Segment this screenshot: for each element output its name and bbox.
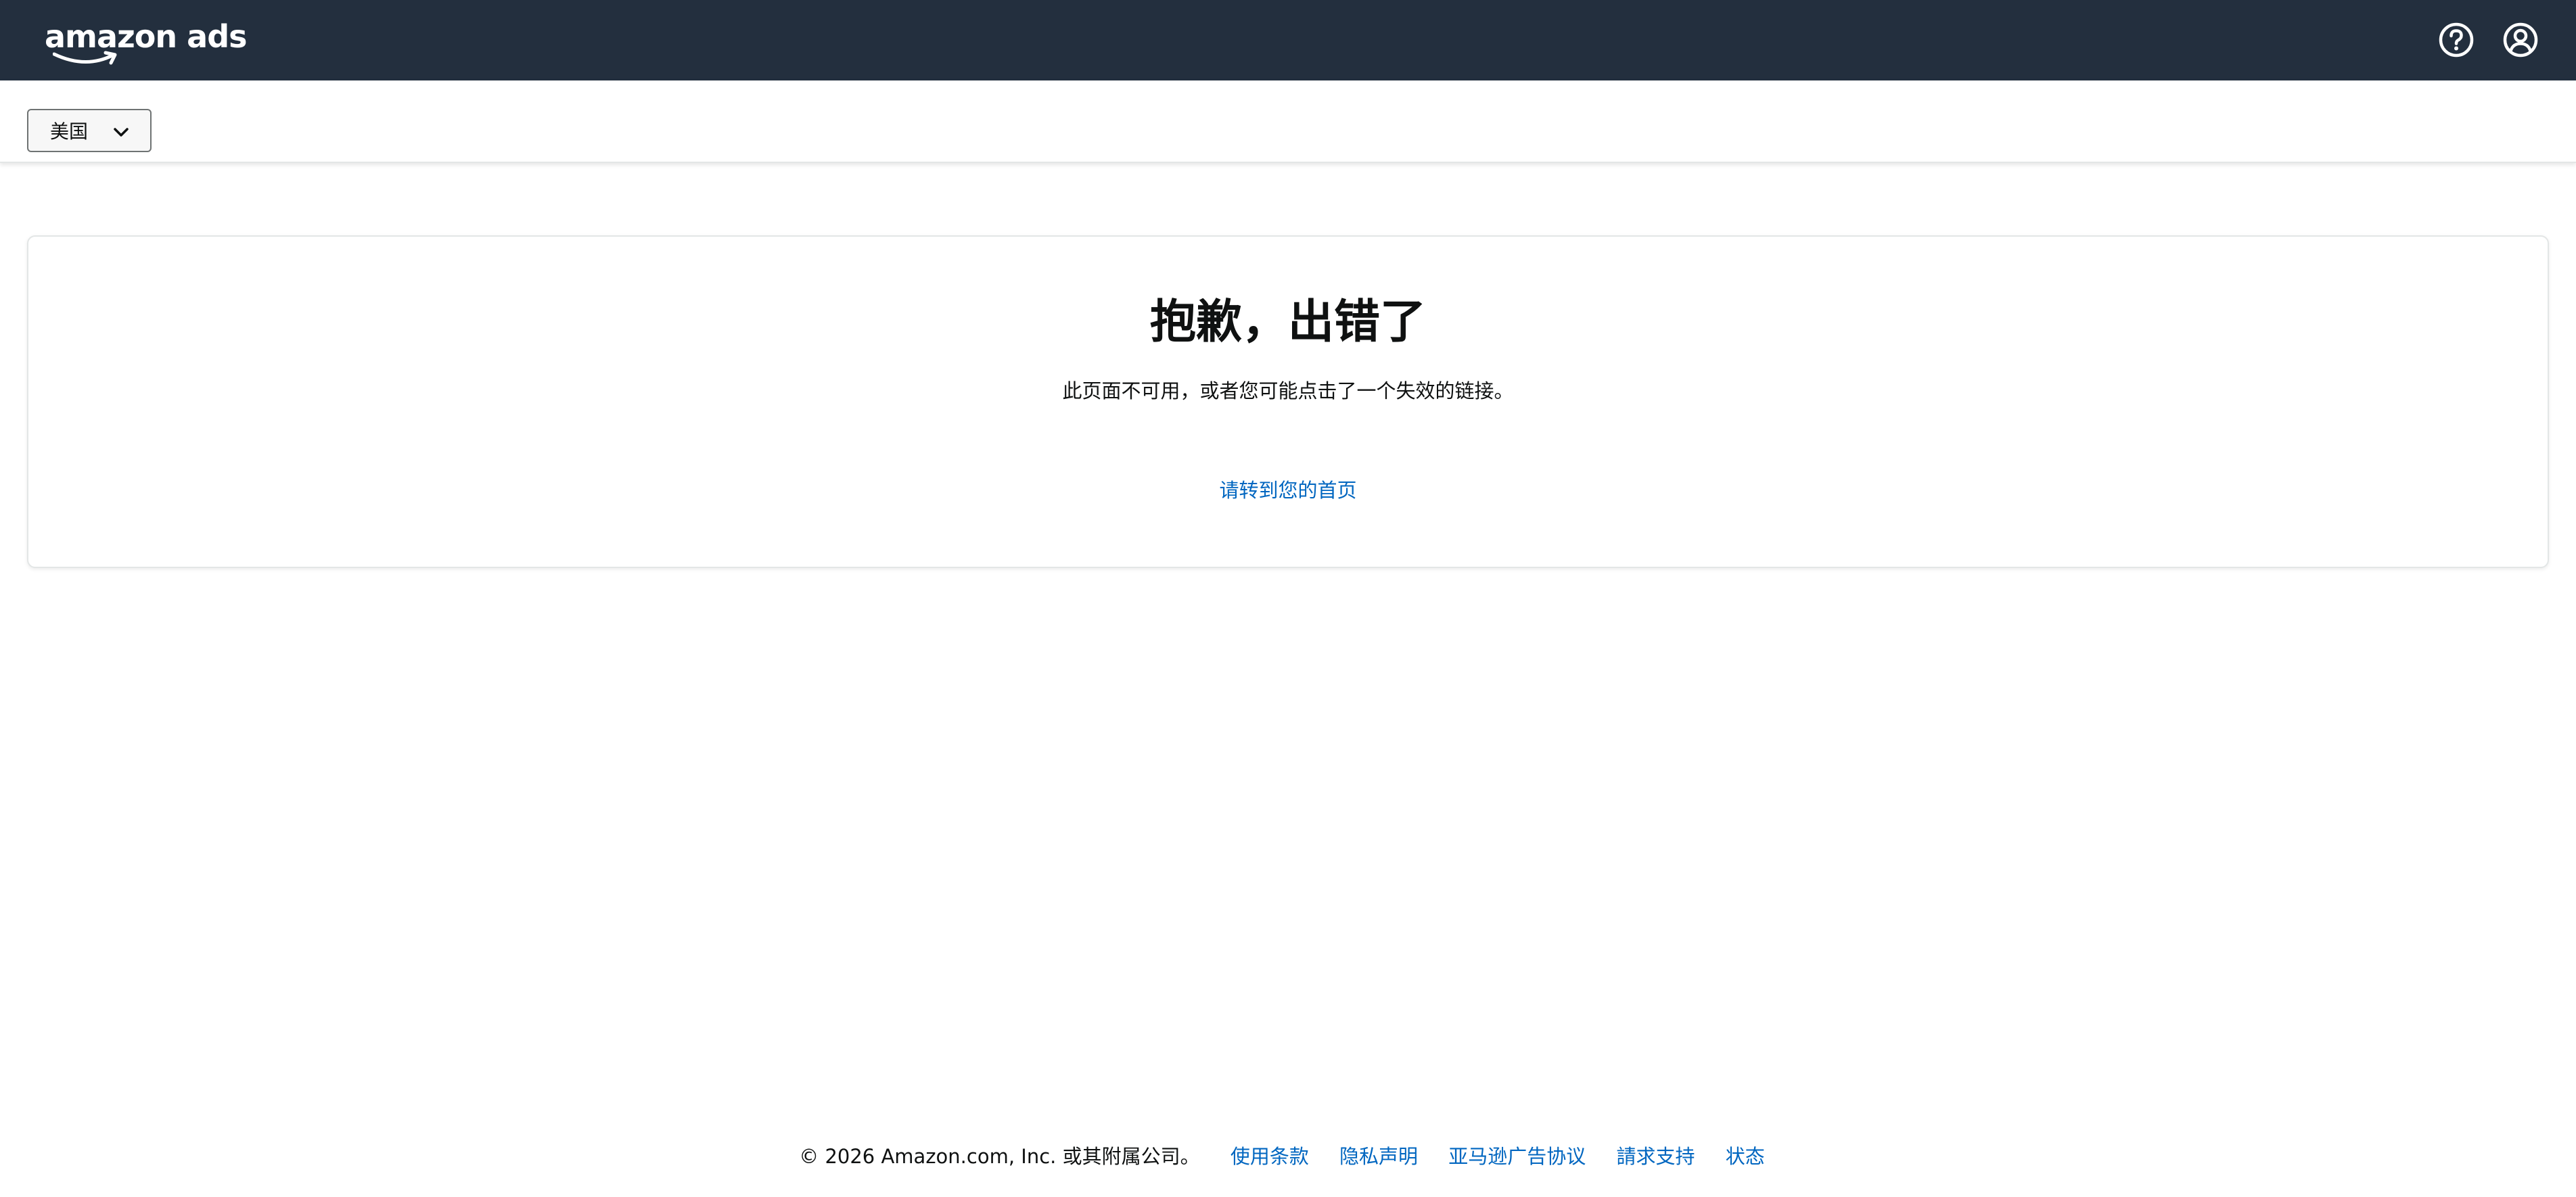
status-link[interactable]: 状态 [1726,1145,1765,1168]
copyright-text: © 2026 Amazon.com, Inc. 或其附属公司。 [799,1145,1200,1168]
amazon-smile-icon [53,51,117,65]
help-question-icon[interactable] [2437,21,2475,59]
home-link-container: 请转到您的首页 [28,477,2548,504]
chevron-down-icon [114,128,129,137]
account-user-icon[interactable] [2502,21,2539,59]
amazon-ads-logo[interactable]: amazon ads [45,18,248,65]
page-footer: © 2026 Amazon.com, Inc. 或其附属公司。 使用条款 隐私声… [0,1142,2576,1171]
terms-of-use-link[interactable]: 使用条款 [1230,1145,1309,1168]
country-select[interactable]: 美国 [27,109,152,152]
locale-bar: 美国 [0,80,2576,163]
error-description: 此页面不可用，或者您可能点击了一个失效的链接。 [1062,379,1514,402]
top-nav-bar: amazon ads [0,0,2576,80]
request-support-link[interactable]: 請求支持 [1617,1145,1695,1168]
country-select-value: 美国 [50,120,89,143]
privacy-notice-link[interactable]: 隐私声明 [1339,1145,1418,1168]
error-title: 抱歉，出错了 [1149,296,1426,349]
advertising-agreement-link[interactable]: 亚马逊广告协议 [1448,1145,1586,1168]
error-card: 抱歉，出错了 此页面不可用，或者您可能点击了一个失效的链接。 请转到您的首页 [27,235,2549,568]
home-page-link[interactable]: 请转到您的首页 [1219,479,1356,502]
